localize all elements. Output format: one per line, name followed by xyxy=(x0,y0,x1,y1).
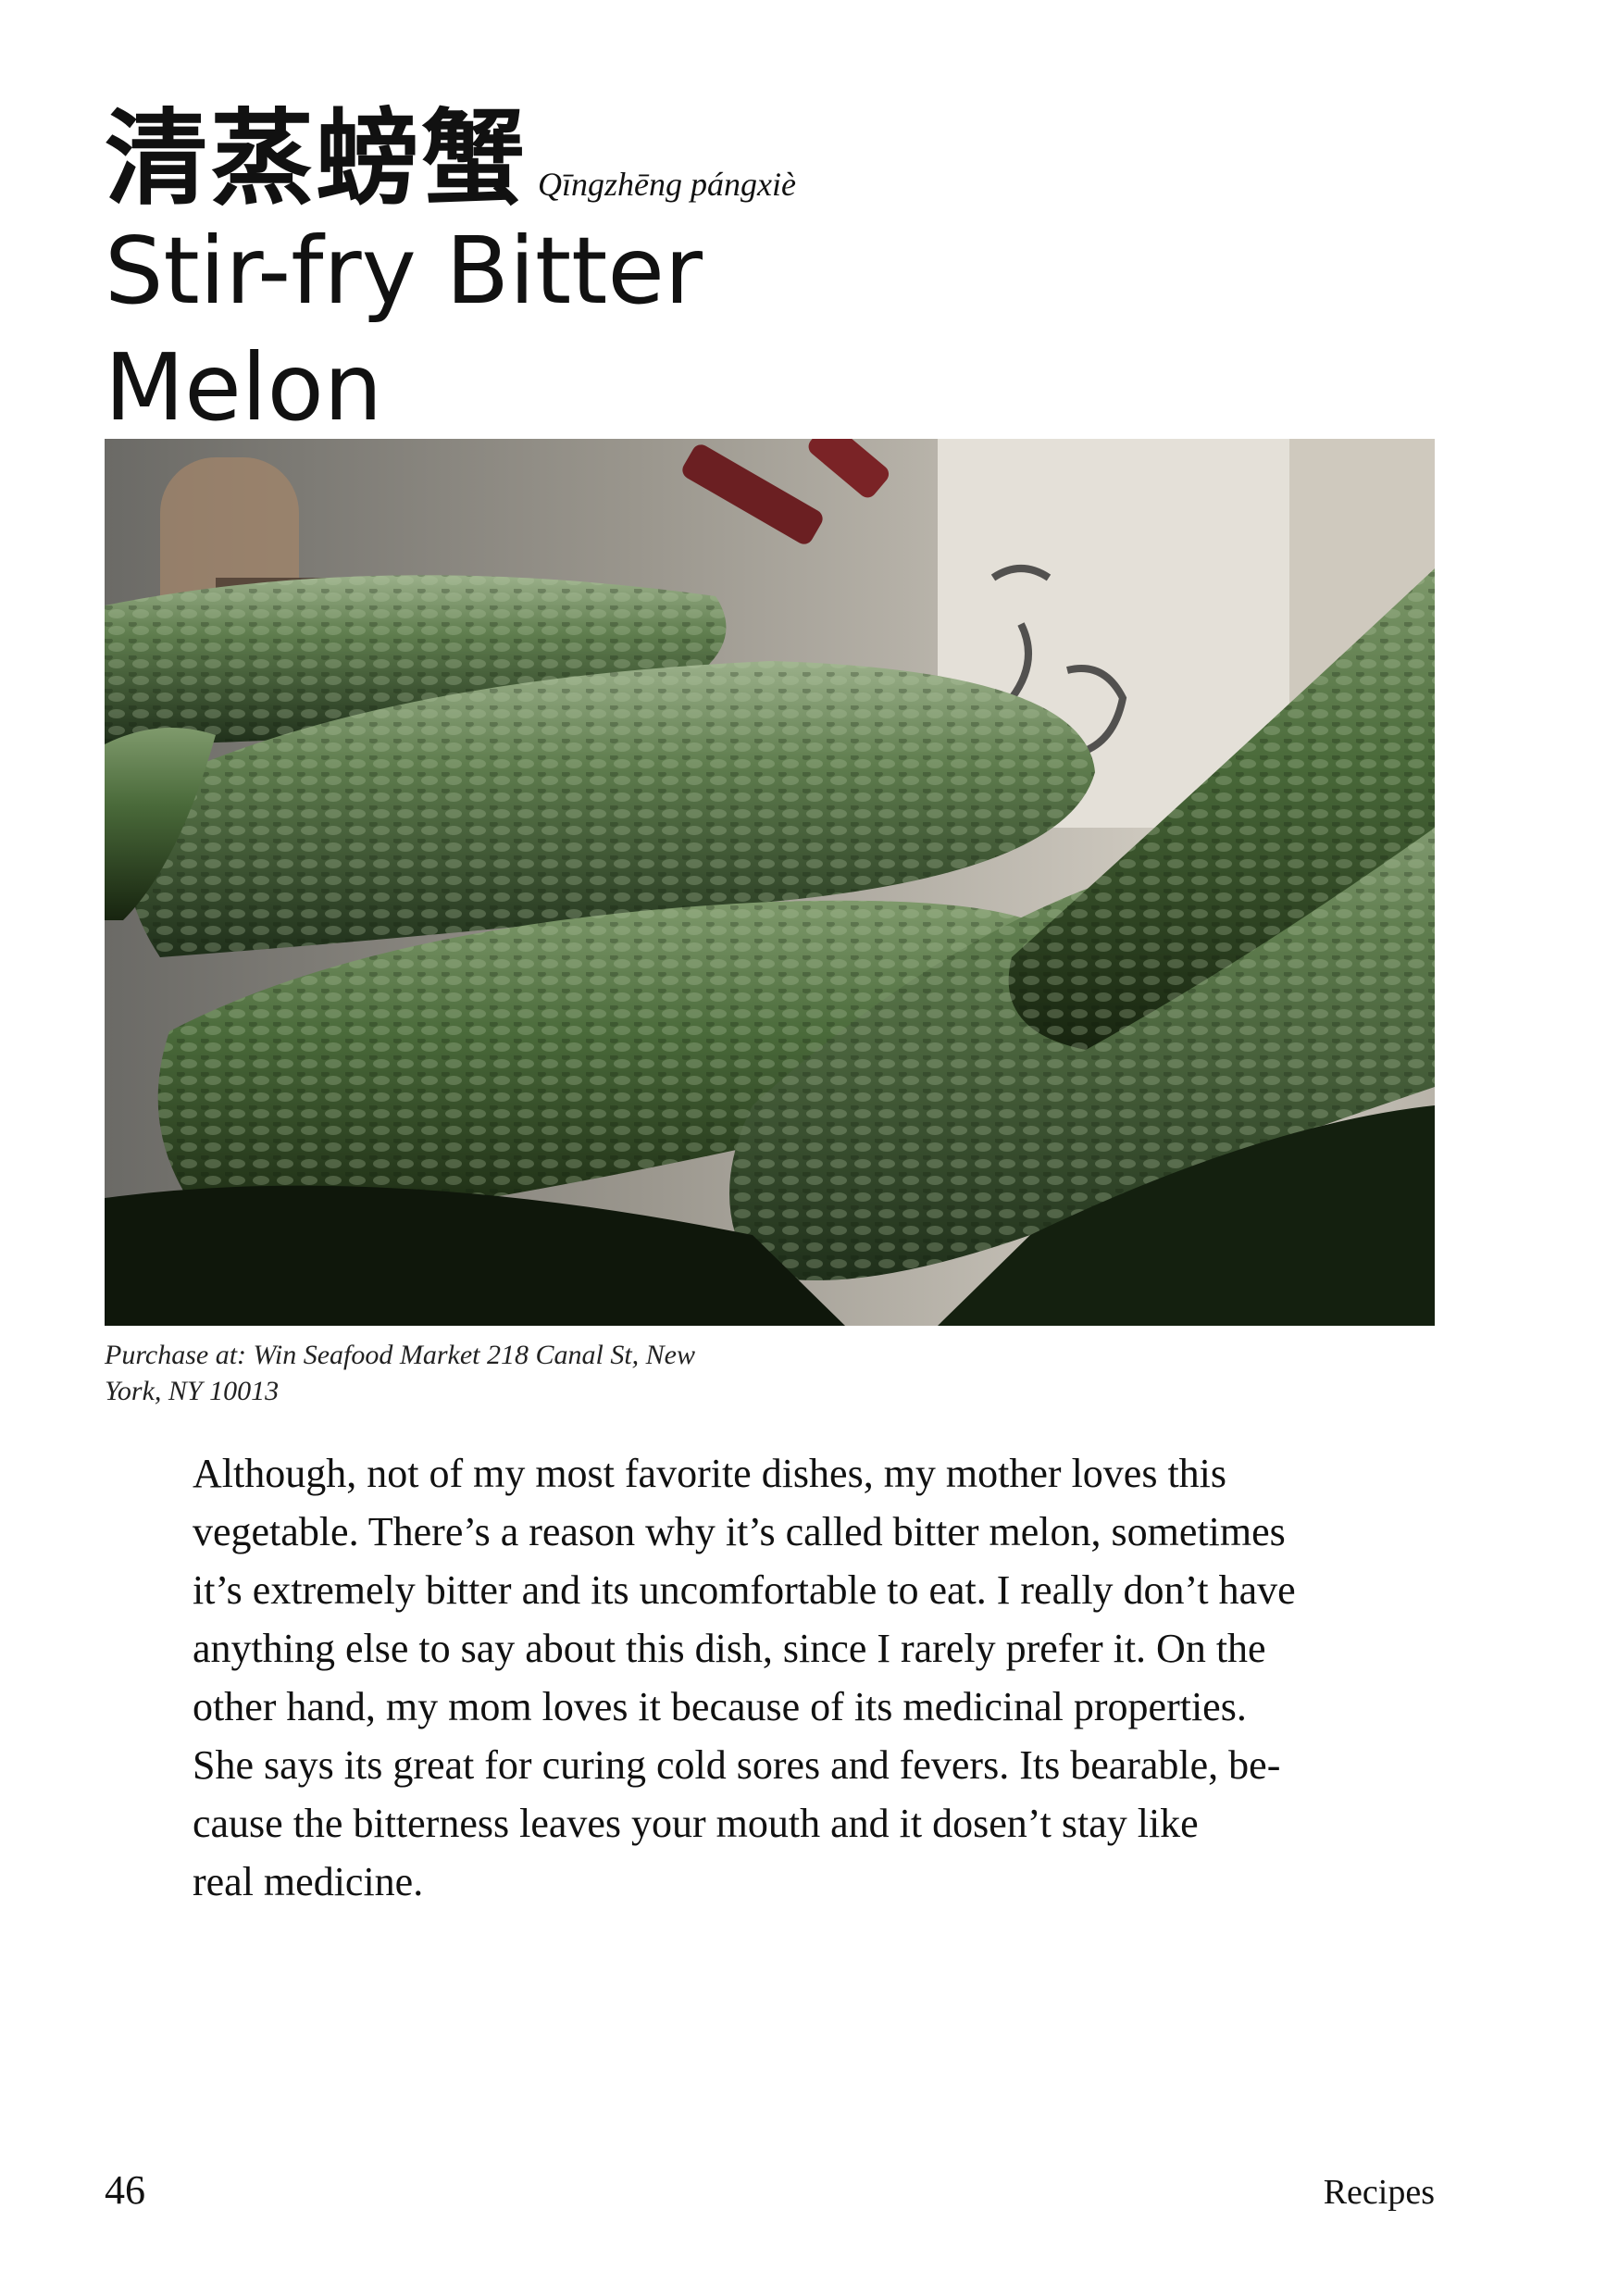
body-paragraph: Although, not of my most favorite dishes… xyxy=(193,1444,1396,1911)
title-chinese-row: 清蒸螃蟹 Qīngzhēng pángxiè xyxy=(105,81,1030,211)
page-number: 46 xyxy=(105,2167,145,2213)
body-line: anything else to say about this dish, si… xyxy=(193,1626,1266,1671)
photo-caption: Purchase at: Win Seafood Market 218 Cana… xyxy=(105,1337,808,1409)
bitter-melon-photo xyxy=(105,439,1435,1326)
recipe-page: 清蒸螃蟹 Qīngzhēng pángxiè Stir-fry Bitter M… xyxy=(0,0,1618,2296)
title-block: 清蒸螃蟹 Qīngzhēng pángxiè Stir-fry Bitter M… xyxy=(105,81,1030,444)
title-english-line-2: Melon xyxy=(105,333,383,442)
body-line: real medicine. xyxy=(193,1859,424,1904)
body-line: cause the bitterness leaves your mouth a… xyxy=(193,1801,1199,1846)
body-line: vegetable. There’s a reason why it’s cal… xyxy=(193,1509,1286,1554)
title-pinyin: Qīngzhēng pángxiè xyxy=(538,166,796,203)
body-line: Although, not of my most favorite dishes… xyxy=(193,1451,1227,1496)
section-label: Recipes xyxy=(1323,2173,1435,2212)
body-line: it’s extremely bitter and its uncomforta… xyxy=(193,1567,1296,1613)
body-line: other hand, my mom loves it because of i… xyxy=(193,1684,1247,1729)
title-chinese: 清蒸螃蟹 xyxy=(105,99,527,219)
caption-line-2: York, NY 10013 xyxy=(105,1376,280,1406)
body-line: She says its great for curing cold sores… xyxy=(193,1742,1281,1788)
caption-line-1: Purchase at: Win Seafood Market 218 Cana… xyxy=(105,1340,695,1370)
title-english-line-1: Stir-fry Bitter xyxy=(105,217,703,325)
